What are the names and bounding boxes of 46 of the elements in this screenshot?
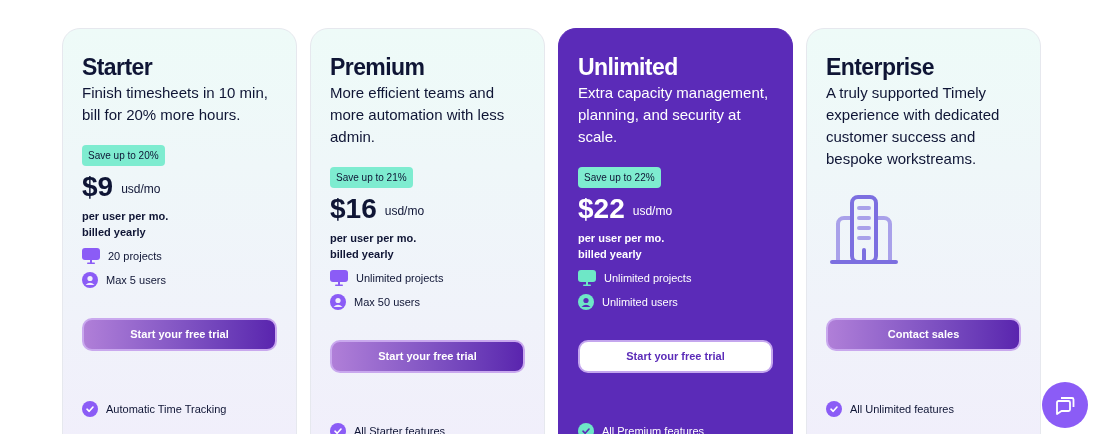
plan-description: Extra capacity management, planning, and security at scale.: [578, 83, 770, 147]
free-trial-button[interactable]: Start your free trial: [330, 340, 525, 373]
plan-description: More efficient teams and more automation with less admin.: [330, 83, 506, 147]
billing-note: per user per mo.: [330, 231, 418, 246]
user-icon: [82, 271, 98, 288]
discount-badge: Save up to 21%: [330, 167, 413, 188]
free-trial-button[interactable]: Start your free trial: [578, 340, 773, 373]
monitor-icon: [82, 248, 100, 265]
plan-limit: Max 50 users: [354, 294, 421, 310]
plan-title: Unlimited: [578, 53, 679, 81]
plan-limit: Max 5 users: [106, 272, 166, 288]
billing-note: billed yearly: [82, 225, 147, 240]
discount-badge: Save up to 20%: [82, 145, 165, 166]
monitor-icon: [578, 270, 596, 287]
price-unit: usd/mo: [121, 181, 161, 198]
free-trial-button[interactable]: Start your free trial: [82, 318, 277, 351]
plan-description: Finish timesheets in 10 min, bill for 20% more hours.: [82, 83, 269, 125]
billing-note: billed yearly: [578, 247, 643, 262]
plan-title: Starter: [82, 53, 154, 81]
plan-title: Enterprise: [826, 53, 935, 81]
user-icon: [578, 293, 594, 310]
price: $16: [330, 192, 377, 226]
check-icon: [826, 401, 842, 418]
price-unit: usd/mo: [632, 203, 673, 220]
feature-item: Automatic Time Tracking: [106, 402, 227, 417]
billing-note: per user per mo.: [82, 209, 170, 224]
billing-note: billed yearly: [330, 247, 395, 262]
check-icon: [82, 401, 98, 418]
plan-limit: 20 projects: [108, 249, 162, 264]
price-unit: usd/mo: [384, 203, 425, 220]
chat-button[interactable]: [1042, 382, 1088, 428]
plan-description: A truly supported Timely experience with dedicated customer success and bespoke workstreams.: [826, 83, 1001, 169]
user-icon: [330, 293, 346, 310]
monitor-icon: [330, 270, 348, 287]
chat-icon: [1054, 394, 1076, 416]
building-icon: [828, 194, 900, 266]
plan-limit: Unlimited users: [602, 294, 678, 310]
feature-item: All Unlimited features: [850, 402, 954, 417]
plan-limit: Unlimited projects: [356, 271, 444, 286]
contact-sales-button[interactable]: Contact sales: [826, 318, 1021, 351]
discount-badge: Save up to 22%: [578, 167, 661, 188]
billing-note: per user per mo.: [578, 231, 666, 246]
price: $9: [82, 170, 114, 204]
plan-limit: Unlimited projects: [604, 271, 692, 286]
price: $22: [578, 192, 625, 226]
plan-title: Premium: [330, 53, 426, 81]
